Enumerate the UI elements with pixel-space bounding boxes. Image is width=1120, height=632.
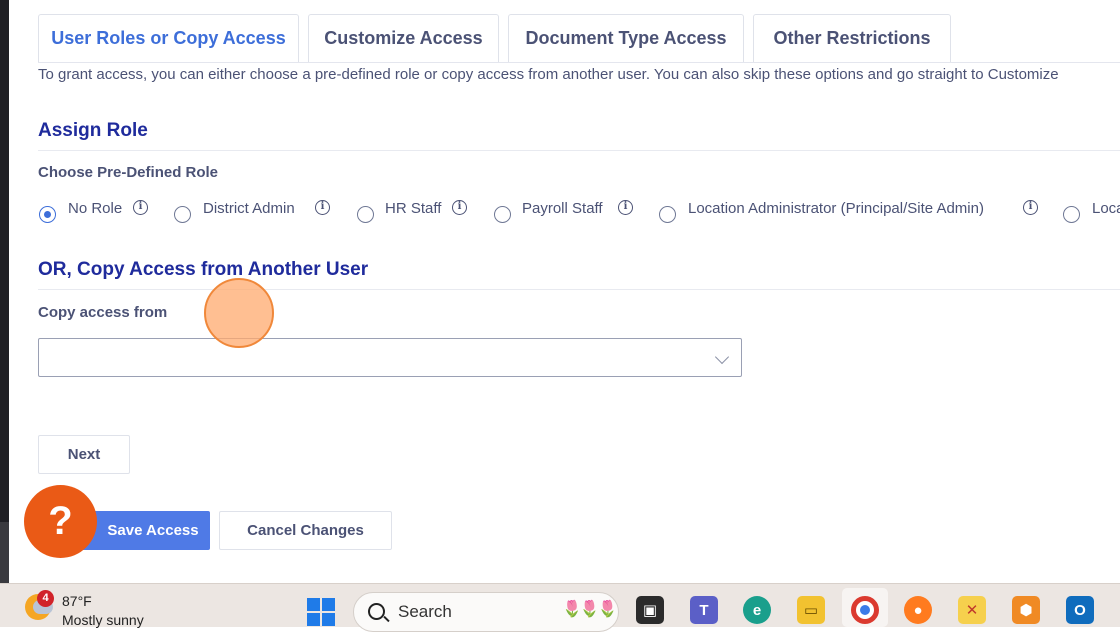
copy-access-select[interactable] [38, 338, 742, 377]
help-button[interactable]: ? [24, 485, 97, 558]
taskbar-search[interactable]: Search 🌷🌷🌷 [353, 592, 619, 632]
copy-access-label: Copy access from [38, 304, 168, 321]
radio-label-district-admin[interactable]: District Admin [203, 200, 295, 217]
radio-label-no-role[interactable]: No Role [68, 200, 122, 217]
window-edge-lower [0, 522, 9, 583]
section-divider [38, 289, 1120, 290]
copy-access-heading: OR, Copy Access from Another User [38, 259, 369, 280]
task-view-icon[interactable]: ▣ [636, 596, 664, 624]
tulips-icon: 🌷🌷🌷 [562, 601, 618, 618]
tab-divider [38, 62, 1120, 63]
windows-start-icon[interactable] [307, 598, 337, 628]
tab-customize-access[interactable]: Customize Access [308, 14, 499, 62]
cancel-changes-button[interactable]: Cancel Changes [219, 511, 392, 550]
section-divider [38, 150, 1120, 151]
radio-label-location-other[interactable]: Loca [1092, 200, 1120, 217]
notification-badge: 4 [37, 590, 54, 607]
tab-document-type-access[interactable]: Document Type Access [508, 14, 744, 62]
outlook-icon[interactable]: O [1066, 596, 1094, 624]
radio-label-location-admin[interactable]: Location Administrator (Principal/Site A… [688, 200, 984, 217]
info-icon[interactable]: i [452, 200, 467, 215]
chevron-down-icon [714, 349, 730, 365]
choose-role-label: Choose Pre-Defined Role [38, 164, 219, 181]
radio-district-admin[interactable] [174, 206, 191, 223]
tab-other-restrictions[interactable]: Other Restrictions [753, 14, 951, 62]
tab-user-roles[interactable]: User Roles or Copy Access [38, 14, 299, 62]
info-icon[interactable]: i [618, 200, 633, 215]
radio-label-payroll-staff[interactable]: Payroll Staff [522, 200, 603, 217]
taskbar: 4 87°F Mostly sunny Search 🌷🌷🌷 ▣ T e ▭ ●… [0, 583, 1120, 632]
radio-hr-staff[interactable] [357, 206, 374, 223]
app-icon[interactable]: ✕ [958, 596, 986, 624]
firefox-icon[interactable]: ● [904, 596, 932, 624]
teams-icon[interactable]: T [690, 596, 718, 624]
app-icon-2[interactable]: ⬢ [1012, 596, 1040, 624]
radio-location-other[interactable] [1063, 206, 1080, 223]
edge-icon[interactable]: e [743, 596, 771, 624]
radio-no-role[interactable] [39, 206, 56, 223]
info-icon[interactable]: i [133, 200, 148, 215]
search-label: Search [398, 602, 452, 621]
radio-label-hr-staff[interactable]: HR Staff [385, 200, 441, 217]
info-icon[interactable]: i [315, 200, 330, 215]
assign-role-heading: Assign Role [38, 120, 148, 141]
next-button[interactable]: Next [38, 435, 130, 474]
search-icon [368, 603, 385, 620]
click-indicator [204, 278, 274, 348]
radio-payroll-staff[interactable] [494, 206, 511, 223]
chrome-icon[interactable] [851, 596, 879, 624]
window-edge [0, 0, 9, 583]
file-explorer-icon[interactable]: ▭ [797, 596, 825, 624]
intro-text: To grant access, you can either choose a… [38, 66, 1059, 83]
radio-location-admin[interactable] [659, 206, 676, 223]
info-icon[interactable]: i [1023, 200, 1038, 215]
weather-temperature[interactable]: 87°F [62, 593, 92, 609]
